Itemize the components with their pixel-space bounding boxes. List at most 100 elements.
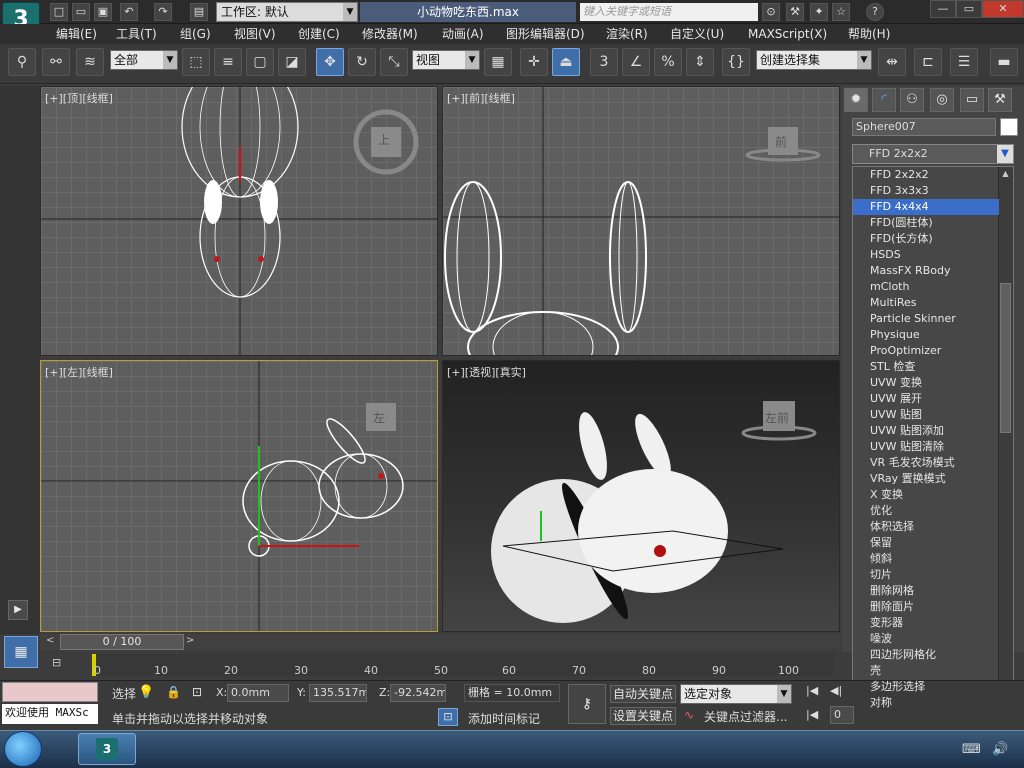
pivot-center-icon[interactable]: ▦ xyxy=(484,48,512,76)
modify-tab-icon[interactable]: ◜ xyxy=(872,88,896,112)
modifier-list-item[interactable]: UVW 贴图添加 xyxy=(853,423,999,439)
viewcube-front-face[interactable]: 前 xyxy=(775,133,787,150)
menu-graph-editors[interactable]: 图形编辑器(D) xyxy=(506,24,585,44)
menu-help[interactable]: 帮助(H) xyxy=(848,24,890,44)
redo-icon[interactable]: ↷ xyxy=(154,3,172,21)
modifier-list-item[interactable]: MultiRes xyxy=(853,295,999,311)
modifier-list-item[interactable]: STL 检查 xyxy=(853,359,999,375)
modifier-list-item[interactable]: mCloth xyxy=(853,279,999,295)
viewport-perspective[interactable]: [+][透视][真实] 左前 xyxy=(442,360,840,632)
modifier-list-item[interactable]: 多边形选择 xyxy=(853,679,999,695)
align-icon[interactable]: ⊏ xyxy=(914,48,942,76)
viewport-left-label[interactable]: [+][左][线框] xyxy=(45,364,113,380)
keyboard-tray-icon[interactable]: ⌨ xyxy=(962,742,981,757)
object-color-swatch[interactable] xyxy=(1000,118,1018,136)
modifier-list-item[interactable]: Physique xyxy=(853,327,999,343)
modifier-list-item[interactable]: FFD 2x2x2 xyxy=(853,167,999,183)
unlink-icon[interactable]: ⚯ xyxy=(42,48,70,76)
select-object-icon[interactable]: ⬚ xyxy=(182,48,210,76)
select-and-rotate-icon[interactable]: ↻ xyxy=(348,48,376,76)
bind-spacewarp-icon[interactable]: ≋ xyxy=(76,48,104,76)
set-key-icon[interactable]: ⚷ xyxy=(568,684,606,724)
z-coordinate-field[interactable]: -92.542mm xyxy=(390,684,446,702)
current-frame-field[interactable]: 0 xyxy=(830,706,854,724)
viewport-front-label[interactable]: [+][前][线框] xyxy=(447,90,515,106)
key-mode-icon[interactable]: |◀ xyxy=(806,708,826,724)
select-and-scale-icon[interactable]: ⤡ xyxy=(380,48,408,76)
volume-tray-icon[interactable]: 🔊 xyxy=(992,742,1008,757)
prev-frame-icon[interactable]: ◀| xyxy=(830,684,850,700)
add-time-tag-label[interactable]: 添加时间标记 xyxy=(468,710,540,727)
absolute-mode-icon[interactable]: ⊡ xyxy=(192,685,202,699)
modifier-list-item[interactable]: 噪波 xyxy=(853,631,999,647)
modifier-list-item[interactable]: FFD(长方体) xyxy=(853,231,999,247)
modifier-list-item[interactable]: FFD 4x4x4 xyxy=(853,199,999,215)
time-prev-icon[interactable]: < xyxy=(46,635,56,649)
auto-key-button[interactable]: 自动关键点 xyxy=(610,685,676,703)
maximize-button[interactable]: ▭ xyxy=(956,0,982,18)
welcome-text[interactable]: 欢迎使用 MAXSc xyxy=(2,704,98,724)
viewcube-left-face[interactable]: 左 xyxy=(373,409,385,426)
edit-named-selection-icon[interactable]: {} xyxy=(722,48,750,76)
menu-tools[interactable]: 工具(T) xyxy=(116,24,157,44)
modifier-list-item[interactable]: VRay 置换模式 xyxy=(853,471,999,487)
menu-modifiers[interactable]: 修改器(M) xyxy=(362,24,418,44)
modifier-list-item[interactable]: ProOptimizer xyxy=(853,343,999,359)
communication-icon[interactable]: ✦ xyxy=(810,3,828,21)
set-key-button[interactable]: 设置关键点 xyxy=(610,707,676,725)
modifier-list-item[interactable]: 切片 xyxy=(853,567,999,583)
key-filters-curve-icon[interactable]: ∿ xyxy=(684,708,694,722)
viewport-left[interactable]: [+][左][线框] 左 xyxy=(40,360,438,632)
viewport-top[interactable]: [+][顶][线框] 上 xyxy=(40,86,438,356)
selection-filter-select[interactable]: 全部 ▼ xyxy=(110,50,178,70)
modifier-list-item[interactable]: 优化 xyxy=(853,503,999,519)
viewcube-persp-face[interactable]: 左前 xyxy=(765,409,789,426)
modifier-list-select[interactable]: FFD 2x2x2 ▼ xyxy=(852,144,1014,164)
reference-coordinate-select[interactable]: 视图 ▼ xyxy=(412,50,480,70)
minimize-button[interactable]: — xyxy=(930,0,956,18)
start-button-icon[interactable] xyxy=(4,731,42,767)
utilities-tab-icon[interactable]: ⚒ xyxy=(988,88,1012,112)
select-by-name-icon[interactable]: ≡ xyxy=(214,48,242,76)
modifier-list-item[interactable]: 倾斜 xyxy=(853,551,999,567)
snaps-toggle-icon[interactable]: 3 xyxy=(590,48,618,76)
menu-edit[interactable]: 编辑(E) xyxy=(56,24,97,44)
track-bar-icon[interactable]: ⊟ xyxy=(52,656,72,674)
layer-manager-icon[interactable]: ☰ xyxy=(950,48,978,76)
percent-snap-icon[interactable]: % xyxy=(654,48,682,76)
motion-tab-icon[interactable]: ◎ xyxy=(930,88,954,112)
mirror-icon[interactable]: ⇹ xyxy=(878,48,906,76)
isolate-selection-icon[interactable]: 💡 xyxy=(138,685,154,700)
modifier-list-item[interactable]: FFD(圆柱体) xyxy=(853,215,999,231)
select-and-move-icon[interactable]: ✥ xyxy=(316,48,344,76)
add-time-tag-icon[interactable]: ⊡ xyxy=(438,708,458,726)
binoculars-icon[interactable]: ⊙ xyxy=(762,3,780,21)
modifier-list-scrollbar[interactable] xyxy=(998,167,1013,711)
viewport-layout-icon[interactable]: ▦ xyxy=(4,636,38,668)
favorites-star-icon[interactable]: ☆ xyxy=(832,3,850,21)
menu-maxscript[interactable]: MAXScript(X) xyxy=(748,24,827,44)
select-manipulate-icon[interactable]: ✛ xyxy=(520,48,548,76)
modifier-list-item[interactable]: 体积选择 xyxy=(853,519,999,535)
spinner-snap-icon[interactable]: ⇕ xyxy=(686,48,714,76)
modifier-list-item[interactable]: FFD 3x3x3 xyxy=(853,183,999,199)
menu-create[interactable]: 创建(C) xyxy=(298,24,340,44)
menu-animation[interactable]: 动画(A) xyxy=(442,24,484,44)
menu-views[interactable]: 视图(V) xyxy=(234,24,276,44)
modifier-list-item[interactable]: X 变换 xyxy=(853,487,999,503)
save-file-icon[interactable]: ▣ xyxy=(94,3,112,21)
modifier-list-item[interactable]: 对称 xyxy=(853,695,999,711)
viewport-front[interactable]: [+][前][线框] 前 xyxy=(442,86,840,356)
hierarchy-tab-icon[interactable]: ⚇ xyxy=(900,88,924,112)
key-filter-select[interactable]: 选定对象 ▼ xyxy=(680,684,792,704)
modifier-list-item[interactable]: VR 毛发农场模式 xyxy=(853,455,999,471)
key-filters-button[interactable]: 关键点过滤器... xyxy=(704,708,794,725)
modifier-list-item[interactable]: 保留 xyxy=(853,535,999,551)
modifier-list-scroll-thumb[interactable] xyxy=(1000,283,1011,433)
link-icon[interactable]: ⚲ xyxy=(8,48,36,76)
modifier-list-item[interactable]: UVW 展开 xyxy=(853,391,999,407)
lock-selection-icon[interactable]: 🔒 xyxy=(166,685,181,699)
project-folder-icon[interactable]: ▤ xyxy=(190,3,208,21)
modifier-list-item[interactable]: 四边形网格化 xyxy=(853,647,999,663)
menu-customize[interactable]: 自定义(U) xyxy=(670,24,724,44)
